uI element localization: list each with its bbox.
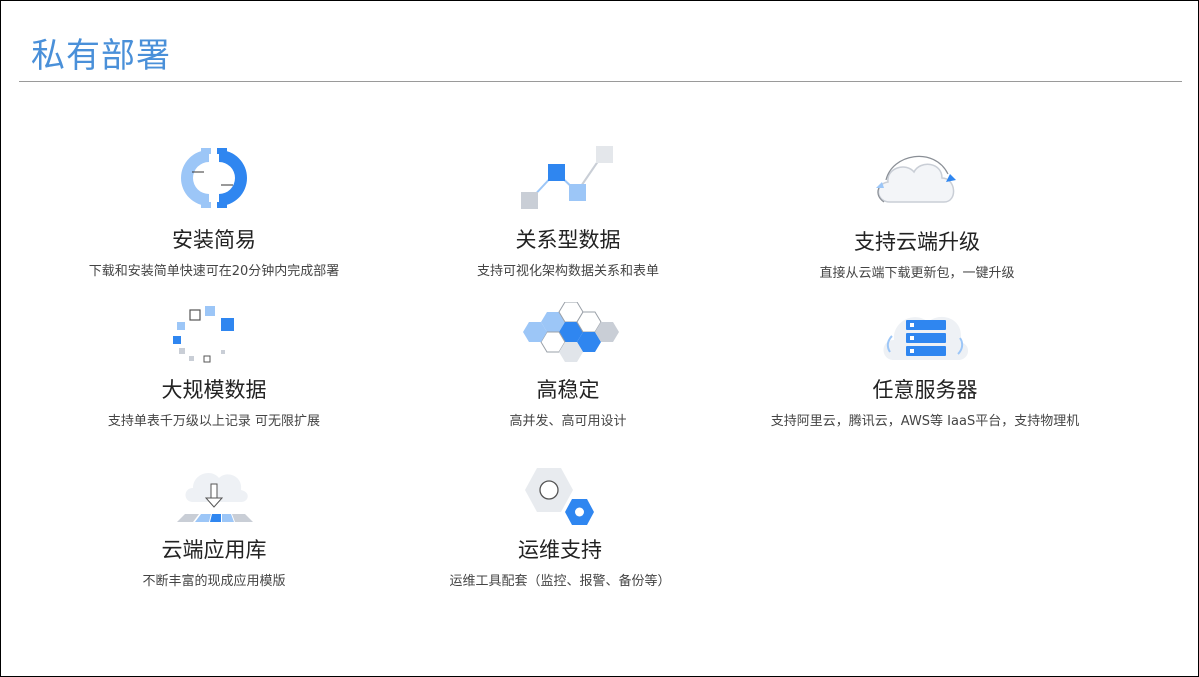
feature-large-scale-data: 大规模数据 支持单表千万级以上记录 可无限扩展 bbox=[24, 302, 404, 429]
feature-cloud-app-store: 云端应用库 不断丰富的现成应用模版 bbox=[24, 462, 404, 589]
hexagon-gear-icon bbox=[525, 468, 594, 525]
feature-desc: 支持单表千万级以上记录 可无限扩展 bbox=[107, 414, 321, 429]
feature-any-server: 任意服务器 支持阿里云，腾讯云，AWS等 IaaS平台，支持物理机 bbox=[735, 302, 1115, 429]
feature-ops-support: 运维支持 运维工具配套（监控、报警、备份等） bbox=[370, 462, 750, 589]
cloud-sync-icon bbox=[876, 155, 956, 203]
hexagon-cluster-icon bbox=[523, 302, 619, 362]
relation-chart-icon bbox=[521, 146, 613, 209]
feature-title: 大规模数据 bbox=[161, 378, 267, 402]
feature-desc: 下载和安装简单快速可在20分钟内完成部署 bbox=[88, 264, 340, 279]
scatter-squares-icon bbox=[173, 306, 234, 363]
feature-high-stability: 高稳定 高并发、高可用设计 bbox=[378, 302, 758, 429]
feature-desc: 支持可视化架构数据关系和表单 bbox=[476, 264, 659, 279]
feature-relational-data: 关系型数据 支持可视化架构数据关系和表单 bbox=[378, 140, 758, 279]
magnet-icon bbox=[181, 148, 247, 208]
feature-title: 高稳定 bbox=[536, 378, 600, 402]
feature-desc: 直接从云端下载更新包，一键升级 bbox=[819, 266, 1015, 281]
feature-cloud-upgrade: 支持云端升级 直接从云端下载更新包，一键升级 bbox=[727, 140, 1107, 281]
feature-desc: 高并发、高可用设计 bbox=[509, 414, 627, 429]
feature-title: 关系型数据 bbox=[515, 228, 621, 252]
feature-title: 云端应用库 bbox=[161, 538, 267, 562]
feature-install: 安装简易 下载和安装简单快速可在20分钟内完成部署 bbox=[24, 140, 404, 279]
feature-desc: 不断丰富的现成应用模版 bbox=[142, 574, 286, 589]
feature-title: 任意服务器 bbox=[872, 378, 978, 402]
feature-title: 运维支持 bbox=[518, 538, 602, 562]
feature-title: 安装简易 bbox=[172, 228, 256, 252]
cloud-download-icon bbox=[177, 473, 253, 522]
title-divider bbox=[19, 81, 1182, 82]
feature-desc: 支持阿里云，腾讯云，AWS等 IaaS平台，支持物理机 bbox=[770, 414, 1080, 429]
feature-desc: 运维工具配套（监控、报警、备份等） bbox=[449, 574, 671, 589]
server-cloud-icon bbox=[883, 316, 969, 360]
feature-title: 支持云端升级 bbox=[854, 230, 980, 254]
page-title: 私有部署 bbox=[31, 36, 171, 76]
